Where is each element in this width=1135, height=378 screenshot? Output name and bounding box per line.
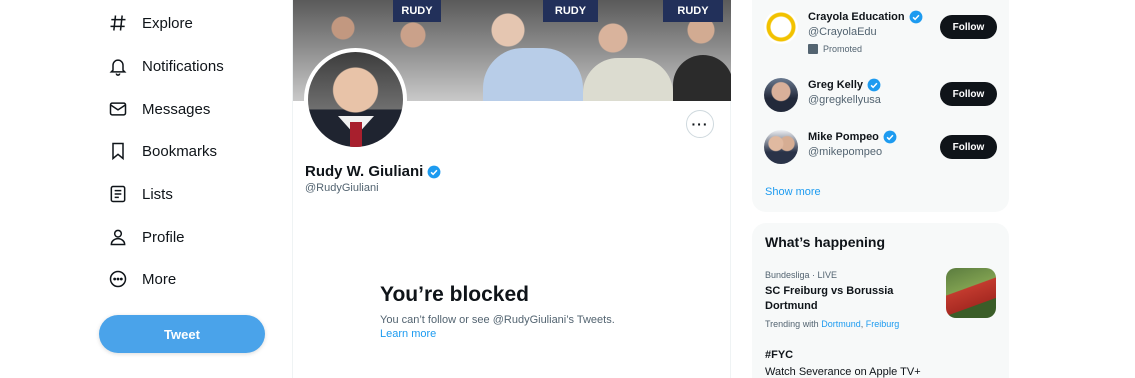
verified-badge-icon (867, 78, 881, 92)
banner-sign: RUDY (393, 0, 441, 22)
trend-subtitle: Watch Severance on Apple TV+ (765, 366, 921, 378)
follow-button[interactable]: Follow (940, 135, 997, 159)
learn-more-link[interactable]: Learn more (380, 328, 436, 340)
blocked-description: You can’t follow or see @RudyGiuliani’s … (380, 314, 615, 326)
profile-more-button[interactable]: ··· (686, 110, 714, 138)
nav-item-label: Profile (142, 228, 185, 246)
profile-handle: @RudyGiuliani (305, 182, 379, 194)
account-name: Mike Pompeo (808, 130, 897, 144)
trend-title[interactable]: SC Freiburg vs Borussia Dortmund (765, 284, 915, 314)
follow-suggestion[interactable]: Crayola Education @CrayolaEdu Promoted (764, 10, 923, 54)
trend-trending-with: Trending with Dortmund, Freiburg (765, 319, 900, 329)
follow-suggestion[interactable]: Greg Kelly @gregkellyusa (764, 78, 881, 112)
nav-item-label: Explore (142, 14, 193, 32)
trend-meta: Bundesliga · LIVE (765, 270, 838, 280)
banner-figure (583, 58, 673, 101)
verified-badge-icon (909, 10, 922, 24)
nav-item-more[interactable]: More (106, 259, 176, 299)
trend-link[interactable]: Dortmund (821, 319, 861, 329)
nav-item-label: Lists (142, 185, 173, 203)
trend-thumbnail[interactable] (946, 268, 996, 318)
nav-item-label: Notifications (142, 57, 224, 75)
bell-icon (106, 54, 130, 78)
more-circle-icon (106, 267, 130, 291)
verified-badge-icon (883, 130, 897, 144)
banner-sign: RUDY (543, 0, 598, 22)
nav-item-label: Messages (142, 100, 211, 118)
nav-item-notifications[interactable]: Notifications (106, 46, 224, 86)
profile-avatar[interactable] (304, 48, 407, 151)
account-name-text: Greg Kelly (808, 79, 864, 91)
nav-item-bookmarks[interactable]: Bookmarks (106, 131, 217, 171)
crayola-avatar (764, 10, 798, 44)
banner-sign: RUDY (663, 0, 723, 22)
nav-item-messages[interactable]: Messages (106, 89, 210, 129)
profile-column: RUDY RUDY RUDY ··· Rudy W. Giuliani @Rud… (292, 0, 731, 378)
nav-item-label: More (142, 270, 177, 288)
hashtag-icon (106, 11, 130, 35)
follow-suggestion[interactable]: Mike Pompeo @mikepompeo (764, 130, 897, 164)
account-handle: @CrayolaEdu (808, 26, 877, 38)
show-more-link[interactable]: Show more (765, 186, 821, 198)
account-name: Greg Kelly (808, 78, 881, 92)
account-handle: @mikepompeo (808, 146, 883, 158)
trend-link[interactable]: Freiburg (866, 319, 900, 329)
profile-name: Rudy W. Giuliani (305, 163, 441, 180)
tweet-button[interactable]: Tweet (99, 315, 265, 353)
profile-name-text: Rudy W. Giuliani (305, 163, 424, 180)
whats-happening-card: What’s happening Bundesliga · LIVE SC Fr… (752, 223, 1009, 378)
promoted-icon (808, 44, 818, 54)
left-nav: Explore Notifications Messages Bookmarks… (0, 0, 292, 378)
banner-figure (483, 48, 583, 101)
verified-badge-icon (427, 165, 441, 178)
account-handle: @gregkellyusa (808, 94, 881, 106)
account-name: Crayola Education (808, 10, 923, 24)
who-to-follow-card: Crayola Education @CrayolaEdu Promoted F… (752, 0, 1009, 212)
person-icon (106, 225, 130, 249)
blocked-title: You’re blocked (380, 283, 529, 306)
whats-happening-heading: What’s happening (765, 234, 886, 250)
bookmark-icon (106, 139, 130, 163)
follow-button[interactable]: Follow (940, 15, 997, 39)
avatar-tie (350, 122, 362, 147)
greg-kelly-avatar (764, 78, 798, 112)
trend-title[interactable]: #FYC (765, 349, 793, 361)
follow-button[interactable]: Follow (940, 82, 997, 106)
list-icon (106, 182, 130, 206)
promoted-label: Promoted (808, 44, 923, 54)
mike-pompeo-avatar (764, 130, 798, 164)
nav-item-label: Bookmarks (142, 142, 218, 160)
nav-item-explore[interactable]: Explore (106, 3, 193, 43)
trending-with-label: Trending with (765, 319, 819, 329)
account-name-text: Crayola Education (808, 11, 905, 23)
nav-item-lists[interactable]: Lists (106, 174, 173, 214)
envelope-icon (106, 97, 130, 121)
nav-item-profile[interactable]: Profile (106, 217, 185, 257)
account-name-text: Mike Pompeo (808, 131, 879, 143)
promoted-text: Promoted (823, 44, 863, 54)
